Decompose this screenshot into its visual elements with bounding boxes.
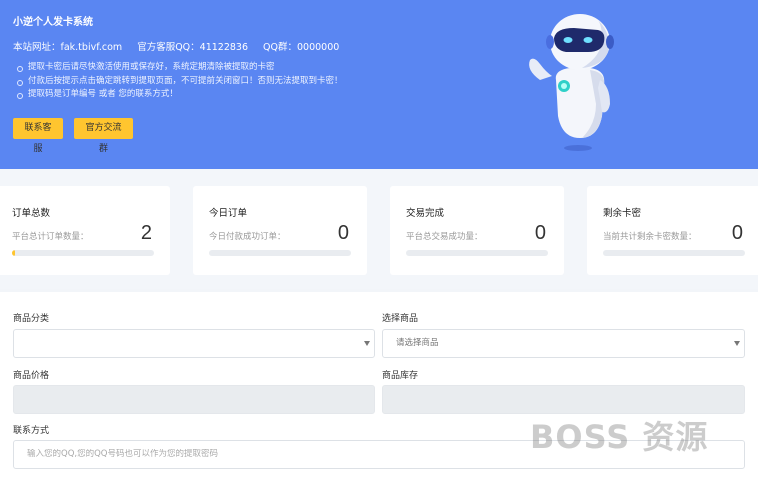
- official-group-button[interactable]: 官方交流群: [74, 118, 133, 154]
- stat-desc: 平台总交易成功量：: [406, 232, 483, 242]
- product-select-value: 请选择商品: [396, 338, 439, 348]
- stat-title: 今日订单: [209, 208, 248, 219]
- stat-desc: 当前共计剩余卡密数量：: [603, 232, 697, 242]
- site-title: 小逆个人发卡系统: [13, 17, 93, 28]
- tips-list: 提取卡密后请尽快激活使用或保存好，系统定期清除被提取的卡密 付款后按提示点击确定…: [17, 61, 343, 102]
- stat-desc: 平台总计订单数量：: [12, 232, 89, 242]
- stock-field: [382, 385, 745, 414]
- stat-value: 0: [337, 222, 349, 244]
- price-field: [13, 385, 375, 414]
- tip-item: 提取码是订单编号 或者 您的联系方式！: [17, 88, 343, 102]
- category-select[interactable]: [13, 329, 375, 358]
- product-select[interactable]: 请选择商品: [382, 329, 745, 358]
- stat-progress: [406, 250, 548, 256]
- stat-value: 0: [534, 222, 546, 244]
- stat-title: 交易完成: [406, 208, 445, 219]
- stat-progress: [209, 250, 351, 256]
- order-form: 商品分类 选择商品 请选择商品 商品价格 商品库存 联系方式: [0, 292, 758, 497]
- contact-service-button[interactable]: 联系客服: [13, 118, 63, 154]
- stat-card-remaining-cards: 剩余卡密 当前共计剩余卡密数量： 0: [587, 186, 758, 275]
- stat-progress: [603, 250, 745, 256]
- stock-label: 商品库存: [382, 371, 419, 381]
- tip-item: 提取卡密后请尽快激活使用或保存好，系统定期清除被提取的卡密: [17, 61, 343, 75]
- category-label: 商品分类: [13, 314, 50, 324]
- stat-title: 剩余卡密: [603, 208, 642, 219]
- stat-value: 0: [731, 222, 743, 244]
- site-url: 本站网址：fak.tbivf.com: [13, 42, 123, 53]
- stat-title: 订单总数: [12, 208, 51, 219]
- chevron-down-icon: [364, 341, 370, 346]
- stat-desc: 今日付款成功订单：: [209, 232, 286, 242]
- product-label: 选择商品: [382, 314, 419, 324]
- stat-card-today-orders: 今日订单 今日付款成功订单： 0: [193, 186, 367, 275]
- contact-label: 联系方式: [13, 426, 50, 436]
- stats-section: 订单总数 平台总计订单数量： 2 今日订单 今日付款成功订单： 0 交易完成 平…: [0, 169, 758, 289]
- hero-banner: 小逆个人发卡系统 本站网址：fak.tbivf.com 官方客服QQ：41122…: [0, 0, 758, 169]
- service-qq: 官方客服QQ：41122836: [137, 42, 249, 53]
- site-info: 本站网址：fak.tbivf.com 官方客服QQ：41122836 QQ群：0…: [13, 39, 351, 53]
- stat-progress-fill: [12, 250, 15, 256]
- robot-illustration-icon: [529, 14, 614, 151]
- stat-value: 2: [140, 222, 152, 244]
- stat-card-total-orders: 订单总数 平台总计订单数量： 2: [0, 186, 170, 275]
- watermark-text: BOSS 资源: [530, 418, 709, 456]
- tip-item: 付款后按提示点击确定跳转到提取页面，不可提前关闭窗口！否则无法提取到卡密！: [17, 75, 343, 89]
- stat-progress: [12, 250, 154, 256]
- qq-group: QQ群：0000000: [263, 42, 340, 53]
- stat-card-completed-trades: 交易完成 平台总交易成功量： 0: [390, 186, 564, 275]
- chevron-down-icon: [734, 341, 740, 346]
- price-label: 商品价格: [13, 371, 50, 381]
